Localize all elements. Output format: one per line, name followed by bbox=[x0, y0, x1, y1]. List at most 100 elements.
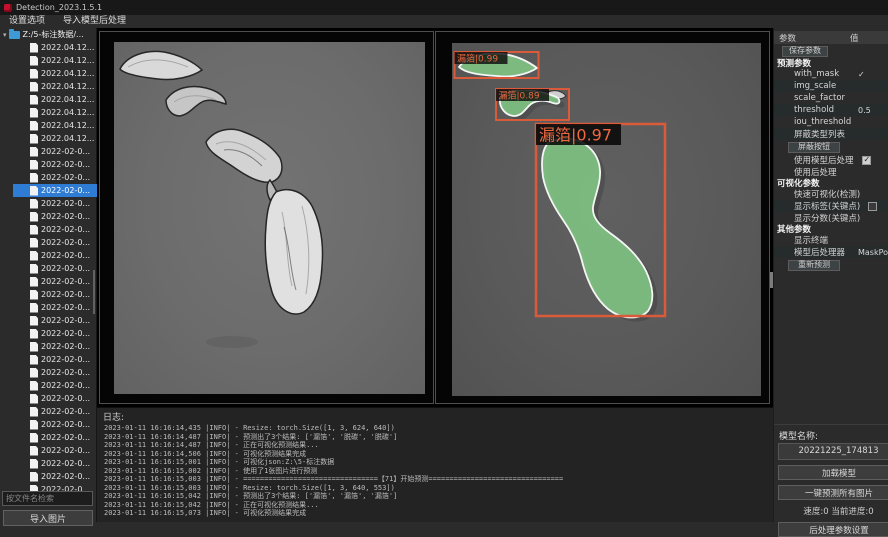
tree-item[interactable]: 2022-02-0... bbox=[13, 210, 97, 223]
param-name: 模型后处理器 bbox=[774, 246, 850, 258]
log-lines: 2023-01-11 16:16:14,435 |INFO| - Resize:… bbox=[97, 424, 773, 518]
file-icon bbox=[30, 108, 38, 118]
tree-scrollbar[interactable] bbox=[93, 270, 95, 314]
caret-down-icon[interactable]: ▾ bbox=[3, 31, 7, 39]
file-icon bbox=[30, 199, 38, 209]
tree-item[interactable]: 2022-02-0... bbox=[13, 301, 97, 314]
tree-item[interactable]: 2022-02-0... bbox=[13, 457, 97, 470]
tree-item[interactable]: 2022-02-0... bbox=[13, 431, 97, 444]
menu-item-settings[interactable]: 设置选项 bbox=[0, 15, 54, 28]
tree-item[interactable]: 2022.04.12... bbox=[13, 93, 97, 106]
search-input[interactable] bbox=[2, 491, 93, 506]
checkbox[interactable] bbox=[862, 156, 871, 165]
predict-all-button[interactable]: 一键预测所有图片 bbox=[778, 485, 888, 500]
log-line: 2023-01-11 16:16:15,073 |INFO| - 可视化预测结果… bbox=[104, 509, 773, 518]
param-row[interactable]: 快速可视化(检测) bbox=[774, 188, 888, 200]
file-icon bbox=[30, 433, 38, 443]
tree-item-label: 2022-02-0... bbox=[41, 303, 90, 312]
tree-item[interactable]: 2022-02-0... bbox=[13, 483, 97, 491]
param-button[interactable]: 屏蔽按钮 bbox=[788, 142, 840, 153]
param-row[interactable]: with_mask✓ bbox=[774, 68, 888, 80]
tree-item[interactable]: 2022-02-0... bbox=[13, 392, 97, 405]
log-panel[interactable]: 日志: 2023-01-11 16:16:14,435 |INFO| - Res… bbox=[97, 407, 773, 522]
param-name: threshold bbox=[774, 105, 850, 115]
tree-item[interactable]: 2022-02-0... bbox=[13, 184, 97, 197]
tree-item[interactable]: 2022-02-0... bbox=[13, 418, 97, 431]
file-icon bbox=[30, 394, 38, 404]
tree-item[interactable]: 2022-02-0... bbox=[13, 145, 97, 158]
tree-item[interactable]: 2022-02-0... bbox=[13, 340, 97, 353]
menu-item-import-postprocess[interactable]: 导入模型后处理 bbox=[54, 15, 135, 28]
param-row[interactable]: iou_threshold bbox=[774, 116, 888, 128]
tree-item[interactable]: 2022-02-0... bbox=[13, 262, 97, 275]
tree-item-label: 2022-02-0... bbox=[41, 212, 90, 221]
postprocess-settings-button[interactable]: 后处理参数设置 bbox=[778, 522, 888, 537]
tree-root[interactable]: ▾ Z:/5-标注数据/... bbox=[0, 28, 96, 41]
tree-item[interactable]: 2022-02-0... bbox=[13, 275, 97, 288]
param-row[interactable]: img_scale bbox=[774, 80, 888, 92]
original-image-viewer[interactable] bbox=[99, 31, 434, 404]
load-model-button[interactable]: 加载模型 bbox=[778, 465, 888, 480]
param-button[interactable]: 重新预测 bbox=[788, 260, 840, 271]
param-row[interactable]: threshold0.5 bbox=[774, 104, 888, 116]
params-header-name: 参数 bbox=[774, 32, 850, 44]
tree-item[interactable]: 2022-02-0... bbox=[13, 197, 97, 210]
tree-item[interactable]: 2022.04.12... bbox=[13, 119, 97, 132]
tree-item[interactable]: 2022.04.12... bbox=[13, 132, 97, 145]
viewer-area: 漏箔|0.99 漏箔|0.89 漏箔|0.97 bbox=[97, 28, 773, 407]
tree-item[interactable]: 2022.04.12... bbox=[13, 41, 97, 54]
tree-item[interactable]: 2022-02-0... bbox=[13, 288, 97, 301]
import-images-button[interactable]: 导入图片 bbox=[3, 510, 93, 526]
tree-item[interactable]: 2022.04.12... bbox=[13, 80, 97, 93]
param-row[interactable]: 模型后处理器MaskPostProc bbox=[774, 246, 888, 258]
tree-item[interactable]: 2022.04.12... bbox=[13, 67, 97, 80]
tree-item[interactable]: 2022.04.12... bbox=[13, 106, 97, 119]
model-name-field[interactable]: 20221225_174813 bbox=[778, 443, 888, 460]
progress-status: 速度:0 当前进度:0 bbox=[774, 505, 888, 517]
param-row[interactable]: scale_factor bbox=[774, 92, 888, 104]
tree-item-label: 2022-02-0... bbox=[41, 472, 90, 481]
tree-item[interactable]: 2022-02-0... bbox=[13, 171, 97, 184]
tree-item[interactable]: 2022-02-0... bbox=[13, 327, 97, 340]
app-icon bbox=[4, 4, 12, 12]
tree-item[interactable]: 2022-02-0... bbox=[13, 158, 97, 171]
param-button[interactable]: 保存参数 bbox=[782, 46, 828, 57]
tree-item[interactable]: 2022-02-0... bbox=[13, 314, 97, 327]
original-image-content bbox=[114, 42, 425, 394]
tree-item-label: 2022-02-0... bbox=[41, 186, 90, 195]
model-name-label: 模型名称: bbox=[774, 429, 888, 442]
tree-item[interactable]: 2022-02-0... bbox=[13, 405, 97, 418]
prediction-image[interactable]: 漏箔|0.99 漏箔|0.89 漏箔|0.97 bbox=[452, 43, 761, 396]
tree-item-label: 2022-02-0... bbox=[41, 290, 90, 299]
param-row[interactable]: 显示标签(关键点) bbox=[774, 200, 888, 212]
tree-item-label: 2022-02-0... bbox=[41, 238, 90, 247]
log-line: 2023-01-11 16:16:14,487 |INFO| - 预测出了3个结… bbox=[104, 433, 773, 442]
tree-item[interactable]: 2022-02-0... bbox=[13, 470, 97, 483]
tree-item[interactable]: 2022-02-0... bbox=[13, 444, 97, 457]
file-icon bbox=[30, 446, 38, 456]
param-row[interactable]: 屏蔽类型列表 bbox=[774, 128, 888, 140]
file-icon bbox=[30, 82, 38, 92]
param-row[interactable]: 使用模型后处理 bbox=[774, 154, 888, 166]
tree-item[interactable]: 2022-02-0... bbox=[13, 379, 97, 392]
tree-item[interactable]: 2022-02-0... bbox=[13, 236, 97, 249]
log-line: 2023-01-11 16:16:14,487 |INFO| - 正在可视化预测… bbox=[104, 441, 773, 450]
tree-item[interactable]: 2022-02-0... bbox=[13, 353, 97, 366]
tree-item[interactable]: 2022-02-0... bbox=[13, 366, 97, 379]
param-value bbox=[854, 156, 871, 165]
tree-item-label: 2022.04.12... bbox=[41, 134, 94, 143]
file-icon bbox=[30, 251, 38, 261]
tree-item[interactable]: 2022-02-0... bbox=[13, 223, 97, 236]
param-row[interactable]: 显示终端 bbox=[774, 234, 888, 246]
tree-item-label: 2022-02-0... bbox=[41, 459, 90, 468]
detection-label-1: 漏箔|0.99 bbox=[457, 53, 498, 65]
original-image[interactable] bbox=[114, 42, 425, 394]
file-icon bbox=[30, 95, 38, 105]
file-tree-items[interactable]: 2022.04.12...2022.04.12...2022.04.12...2… bbox=[0, 41, 97, 491]
tree-item[interactable]: 2022.04.12... bbox=[13, 54, 97, 67]
checkbox[interactable] bbox=[868, 202, 877, 211]
file-icon bbox=[30, 134, 38, 144]
prediction-image-viewer[interactable]: 漏箔|0.99 漏箔|0.89 漏箔|0.97 bbox=[435, 31, 770, 404]
tree-item[interactable]: 2022-02-0... bbox=[13, 249, 97, 262]
file-icon bbox=[30, 316, 38, 326]
